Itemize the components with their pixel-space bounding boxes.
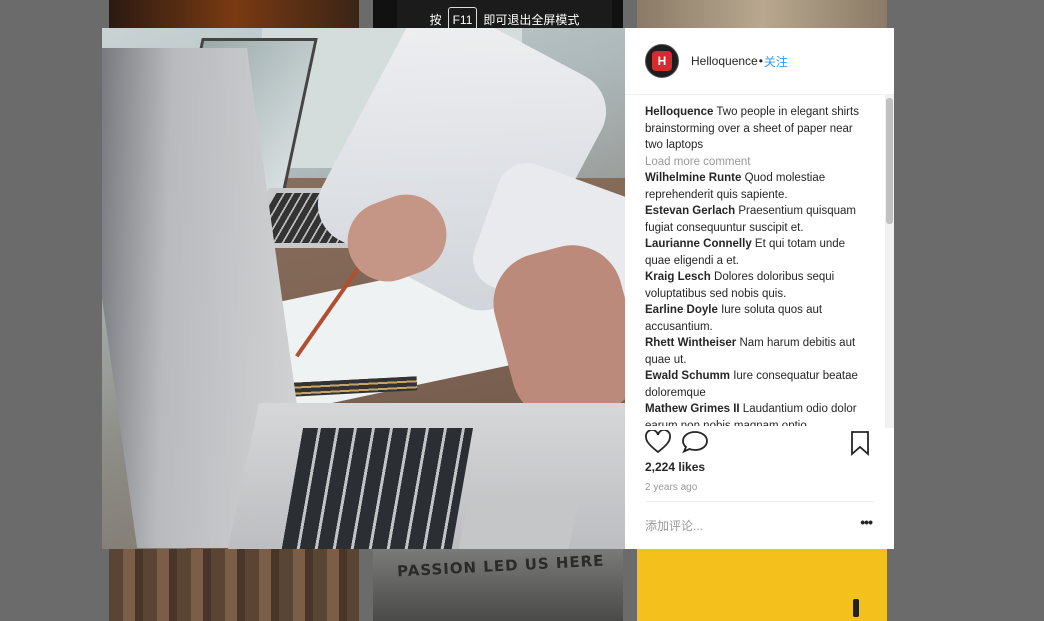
comments-list[interactable]: Helloquence Two people in elegant shirts… [645,104,867,426]
more-options-button[interactable]: ••• [860,514,873,530]
comment-item: Laurianne Connelly Et qui totam unde qua… [645,236,867,269]
post-modal: H Helloquence • 关注 Helloquence Two peopl… [102,28,894,549]
action-bar [645,429,875,461]
post-photo [102,28,625,549]
comment-user[interactable]: Ewald Schumm [645,370,730,382]
heart-icon[interactable] [645,429,671,459]
tile-slogan: PASSION LED US HERE [396,551,605,581]
username-link[interactable]: Helloquence [691,54,758,68]
likes-count[interactable]: 2,224 likes [645,460,705,474]
bookmark-icon[interactable] [850,430,870,461]
avatar[interactable]: H [645,44,679,78]
avatar-logo: H [652,51,672,71]
divider [645,501,874,502]
comment-user[interactable]: Wilhelmine Runte [645,172,741,184]
separator-dot: • [758,54,763,68]
post-timestamp: 2 years ago [645,482,698,493]
background-tile[interactable] [637,0,887,28]
load-more-comments[interactable]: Load more comment [645,154,867,171]
comment-user[interactable]: Laurianne Connelly [645,238,752,250]
comment-user[interactable]: Earline Doyle [645,304,718,316]
hint-prefix: 按 [429,13,442,27]
comment-item: Mathew Grimes II Laudantium odio dolor e… [645,401,867,426]
background-tile[interactable] [637,549,887,621]
comment-user[interactable]: Rhett Wintheiser [645,337,736,349]
comment-icon[interactable] [681,430,709,459]
comment-item: Wilhelmine Runte Quod molestiae reprehen… [645,170,867,203]
thumbtack [853,599,859,617]
comment-user[interactable]: Estevan Gerlach [645,205,735,217]
post-sidebar: H Helloquence • 关注 Helloquence Two peopl… [625,28,894,549]
caption: Helloquence Two people in elegant shirts… [645,104,867,154]
comment-item: Rhett Wintheiser Nam harum debitis aut q… [645,335,867,368]
caption-user[interactable]: Helloquence [645,106,713,118]
post-header: H Helloquence • 关注 [625,28,894,95]
hint-suffix: 即可退出全屏模式 [483,13,580,27]
background-tile[interactable] [109,0,359,28]
comment-item: Ewald Schumm Iure consequatur beatae dol… [645,368,867,401]
follow-button[interactable]: 关注 [764,53,788,70]
scrollbar-thumb[interactable] [886,98,893,224]
background-tile[interactable] [109,549,359,621]
comment-item: Estevan Gerlach Praesentium quisquam fug… [645,203,867,236]
comments-scrollbar[interactable] [885,94,894,428]
comment-item: Earline Doyle Iure soluta quos aut accus… [645,302,867,335]
background-tile[interactable]: PASSION LED US HERE [373,549,623,621]
comment-user[interactable]: Mathew Grimes II [645,403,740,415]
comment-item: Kraig Lesch Dolores doloribus sequi volu… [645,269,867,302]
comment-user[interactable]: Kraig Lesch [645,271,711,283]
add-comment-input[interactable]: 添加评论... [645,517,703,534]
